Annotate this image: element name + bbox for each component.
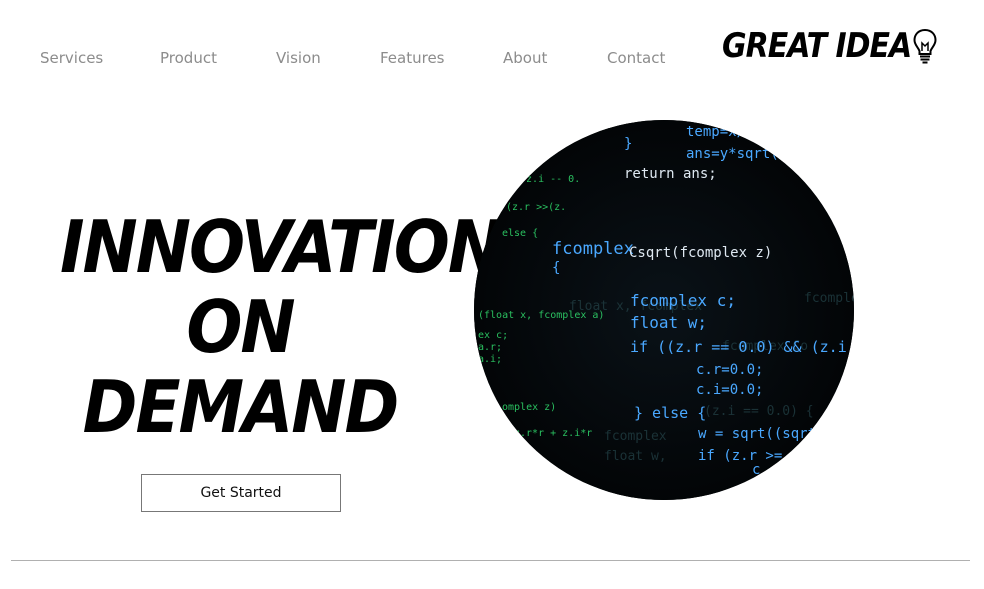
code-green-4: (float x, fcomplex a): [478, 310, 604, 321]
code-csqrt-signature: Csqrt(fcomplex z): [629, 245, 772, 261]
code-dim-4: (z.i == 0.0) {: [704, 404, 814, 419]
nav-link-vision[interactable]: Vision: [276, 49, 321, 67]
lightbulb-icon: [912, 27, 938, 65]
code-green-6: a.r;: [478, 342, 502, 353]
nav-link-product[interactable]: Product: [160, 49, 217, 67]
code-green-2: (z.r >>(z.: [506, 202, 566, 213]
code-temp: temp=x/y;: [686, 124, 762, 140]
section-divider: [11, 560, 970, 561]
code-dim-2: fcomplex c;: [804, 291, 854, 306]
code-ans: ans=y*sqrt(1.0+temp*te: [686, 146, 854, 162]
code-green-7: a.i;: [478, 354, 502, 365]
headline-line-2: ON: [186, 285, 295, 370]
code-ci: c.i=0.0;: [696, 382, 763, 398]
code-open-brace: {: [552, 260, 560, 276]
code-float-w: float w;: [630, 313, 707, 332]
code-green-5: ex c;: [478, 330, 508, 341]
site-logo[interactable]: GREAT IDEA: [722, 24, 938, 68]
headline-line-3: DEMAND: [82, 365, 400, 450]
nav-link-features[interactable]: Features: [380, 49, 445, 67]
code-screen-image: fcomplex Co fcomplex c; float x, fcomple…: [474, 120, 854, 500]
headline-line-1: INNOVATION: [60, 205, 503, 290]
code-fcomplex-c: fcomplex c;: [630, 291, 736, 310]
code-if-1: if ((z.r == 0.0) && (z.i == 0.0)) {: [630, 338, 854, 356]
nav-link-about[interactable]: About: [503, 49, 547, 67]
code-w-sqrt: w = sqrt((sqrt(z.r: [698, 426, 850, 442]
logo-text: GREAT IDEA: [722, 26, 912, 66]
get-started-button[interactable]: Get Started: [141, 474, 341, 512]
nav-link-services[interactable]: Services: [40, 49, 103, 67]
code-green-1: } z.i -- 0.: [514, 174, 580, 185]
code-else: } else {: [634, 404, 706, 422]
code-brace-1: }: [624, 136, 632, 152]
code-cr: c.r=0.0;: [696, 362, 763, 378]
code-green-8: omplex z): [502, 402, 556, 413]
code-dim-5: fcomplex: [604, 429, 667, 444]
code-green-3: else {: [502, 228, 538, 239]
nav-link-contact[interactable]: Contact: [607, 49, 665, 67]
hero-headline: INNOVATION ON DEMAND: [60, 205, 503, 450]
code-green-9: z.r*r + z.i*r: [514, 428, 592, 439]
code-csqrt-keyword: fcomplex: [552, 239, 634, 259]
code-c-dot: c.: [752, 462, 769, 478]
code-dim-6: float w,: [604, 449, 667, 464]
code-return: return ans;: [624, 166, 717, 182]
